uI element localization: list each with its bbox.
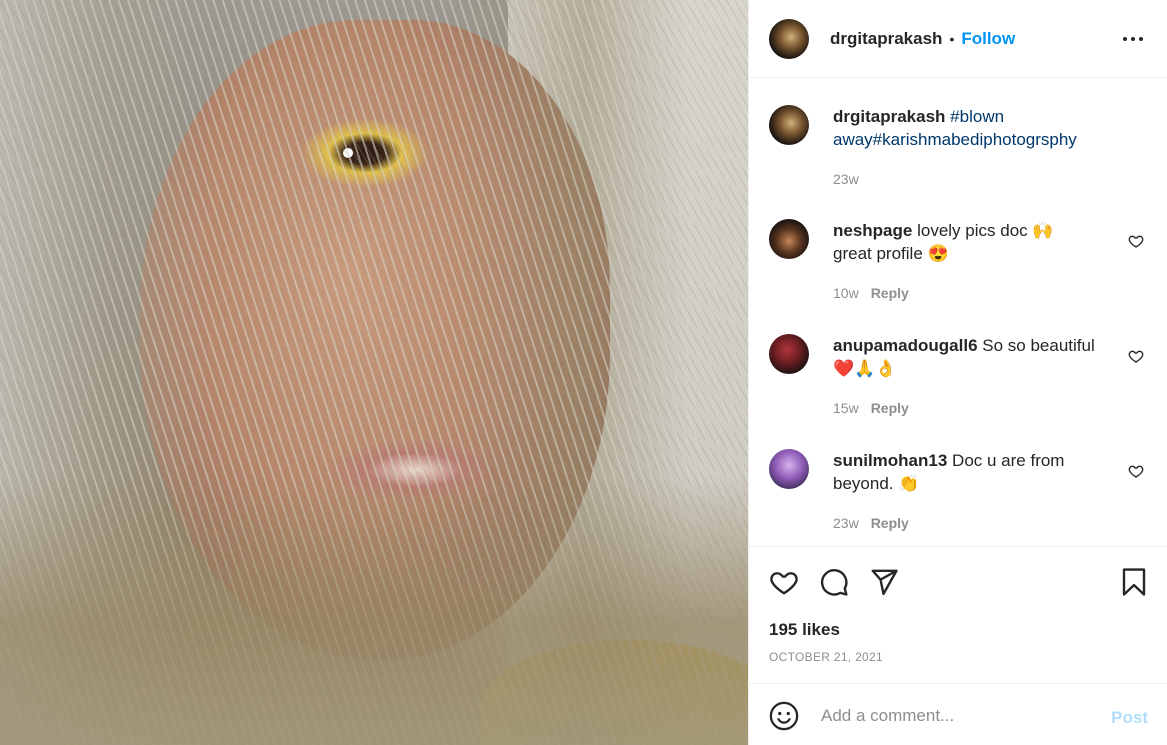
post-comment-button[interactable]: Post	[1111, 708, 1148, 728]
header-separator: •	[949, 30, 955, 47]
author-username[interactable]: drgitaprakash	[830, 29, 942, 49]
comment-like-icon[interactable]	[1128, 463, 1144, 479]
post-side-panel: drgitaprakash • Follow drgitaprakash #bl…	[748, 0, 1167, 745]
comments-list[interactable]: drgitaprakash #blown away#karishmabediph…	[749, 78, 1167, 546]
heart-icon[interactable]	[769, 567, 799, 597]
comment-text: sunilmohan13 Doc u are from beyond. 👏	[833, 449, 1095, 495]
commenter-username[interactable]: sunilmohan13	[833, 451, 947, 470]
comment-input[interactable]	[819, 699, 1093, 733]
more-dot	[1131, 37, 1135, 41]
photo-hair-lower	[0, 475, 748, 745]
comment-time[interactable]: 23w	[833, 515, 859, 531]
post-header: drgitaprakash • Follow	[749, 0, 1167, 78]
post-photo[interactable]	[0, 0, 748, 745]
comment-meta: 23w Reply	[833, 515, 909, 531]
commenter-avatar[interactable]	[769, 334, 809, 374]
bookmark-icon[interactable]	[1119, 567, 1149, 597]
add-comment-bar: Post	[749, 683, 1167, 745]
caption-hashtag-1[interactable]: #blown	[950, 107, 1004, 126]
comment-text: neshpage lovely pics doc 🙌 great profile…	[833, 219, 1095, 265]
caption-text: drgitaprakash #blown away#karishmabediph…	[833, 105, 1095, 151]
post-date: OCTOBER 21, 2021	[769, 650, 883, 664]
reply-button[interactable]: Reply	[871, 515, 909, 531]
commenter-username[interactable]: neshpage	[833, 221, 912, 240]
post-actions: 195 likes OCTOBER 21, 2021	[749, 546, 1167, 664]
comment-meta: 15w Reply	[833, 400, 909, 416]
caption-time[interactable]: 23w	[833, 171, 859, 187]
likes-count[interactable]: 195 likes	[769, 620, 840, 640]
more-dot	[1123, 37, 1127, 41]
author-avatar[interactable]	[769, 18, 809, 59]
smiley-icon[interactable]	[769, 701, 799, 731]
comment-icon[interactable]	[819, 567, 849, 597]
commenter-username[interactable]: anupamadougall6	[833, 336, 978, 355]
comment-like-icon[interactable]	[1128, 233, 1144, 249]
caption-hashtag-2[interactable]: away#karishmabediphotogrsphy	[833, 130, 1077, 149]
comment-text: anupamadougall6 So so beautiful ❤️🙏👌	[833, 334, 1095, 380]
caption-username[interactable]: drgitaprakash	[833, 107, 945, 126]
comment-meta: 10w Reply	[833, 285, 909, 301]
caption-meta: 23w	[833, 171, 859, 187]
commenter-avatar[interactable]	[769, 219, 809, 259]
paper-plane-icon[interactable]	[869, 567, 899, 597]
follow-button[interactable]: Follow	[961, 29, 1015, 49]
caption-author-avatar[interactable]	[769, 105, 809, 145]
more-dot	[1139, 37, 1143, 41]
more-options-icon[interactable]	[1123, 29, 1143, 49]
reply-button[interactable]: Reply	[871, 285, 909, 301]
reply-button[interactable]: Reply	[871, 400, 909, 416]
comment-time[interactable]: 15w	[833, 400, 859, 416]
commenter-avatar[interactable]	[769, 449, 809, 489]
comment-like-icon[interactable]	[1128, 348, 1144, 364]
comment-time[interactable]: 10w	[833, 285, 859, 301]
